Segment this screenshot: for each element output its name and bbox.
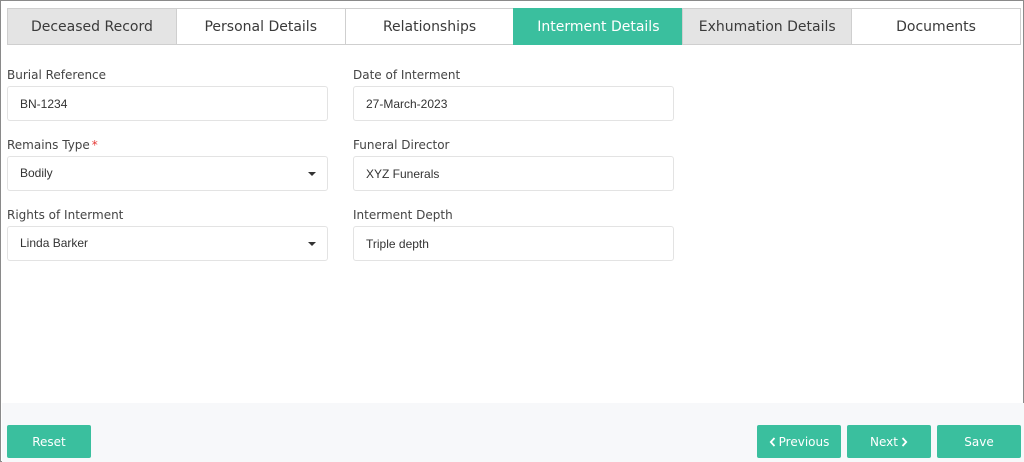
rights-of-interment-select[interactable]: Linda Barker xyxy=(7,226,328,261)
tab-exhumation-details[interactable]: Exhumation Details xyxy=(682,8,853,45)
remains-type-field: Remains Type * Bodily xyxy=(7,138,328,191)
next-button[interactable]: Next xyxy=(847,425,931,458)
interment-depth-input[interactable] xyxy=(353,226,674,261)
tab-documents[interactable]: Documents xyxy=(851,8,1021,45)
date-of-interment-label: Date of Interment xyxy=(353,68,461,82)
next-button-label: Next xyxy=(870,434,898,449)
tab-relationships[interactable]: Relationships xyxy=(344,8,515,45)
previous-button[interactable]: Previous xyxy=(757,425,841,458)
remains-type-label: Remains Type * xyxy=(7,138,98,152)
reset-button[interactable]: Reset xyxy=(7,425,91,458)
rights-of-interment-label: Rights of Interment xyxy=(7,208,124,222)
interment-depth-field: Interment Depth xyxy=(353,208,674,261)
date-of-interment-field: Date of Interment xyxy=(353,68,674,121)
burial-reference-label: Burial Reference xyxy=(7,68,107,82)
tab-personal-details[interactable]: Personal Details xyxy=(175,8,346,45)
tab-deceased-record[interactable]: Deceased Record xyxy=(7,8,177,45)
chevron-left-icon xyxy=(769,436,775,447)
caret-down-icon xyxy=(308,242,316,246)
funeral-director-field: Funeral Director xyxy=(353,138,674,191)
burial-reference-input[interactable] xyxy=(7,86,328,121)
date-of-interment-input[interactable] xyxy=(353,86,674,121)
interment-form-window: Deceased Record Personal Details Relatio… xyxy=(0,0,1024,462)
rights-of-interment-value: Linda Barker xyxy=(20,236,89,250)
remains-type-select[interactable]: Bodily xyxy=(7,156,328,191)
save-button-label: Save xyxy=(964,434,994,449)
chevron-right-icon xyxy=(901,436,908,447)
caret-down-icon xyxy=(308,172,316,176)
interment-depth-label: Interment Depth xyxy=(353,208,453,222)
reset-button-label: Reset xyxy=(32,434,66,449)
funeral-director-label: Funeral Director xyxy=(353,138,450,152)
record-tabs: Deceased Record Personal Details Relatio… xyxy=(7,8,1021,45)
rights-of-interment-field: Rights of Interment Linda Barker xyxy=(7,208,328,261)
tab-interment-details[interactable]: Interment Details xyxy=(513,8,684,45)
required-asterisk: * xyxy=(91,138,98,152)
remains-type-value: Bodily xyxy=(20,166,53,180)
save-button[interactable]: Save xyxy=(937,425,1021,458)
burial-reference-field: Burial Reference xyxy=(7,68,328,121)
funeral-director-input[interactable] xyxy=(353,156,674,191)
previous-button-label: Previous xyxy=(778,434,830,449)
